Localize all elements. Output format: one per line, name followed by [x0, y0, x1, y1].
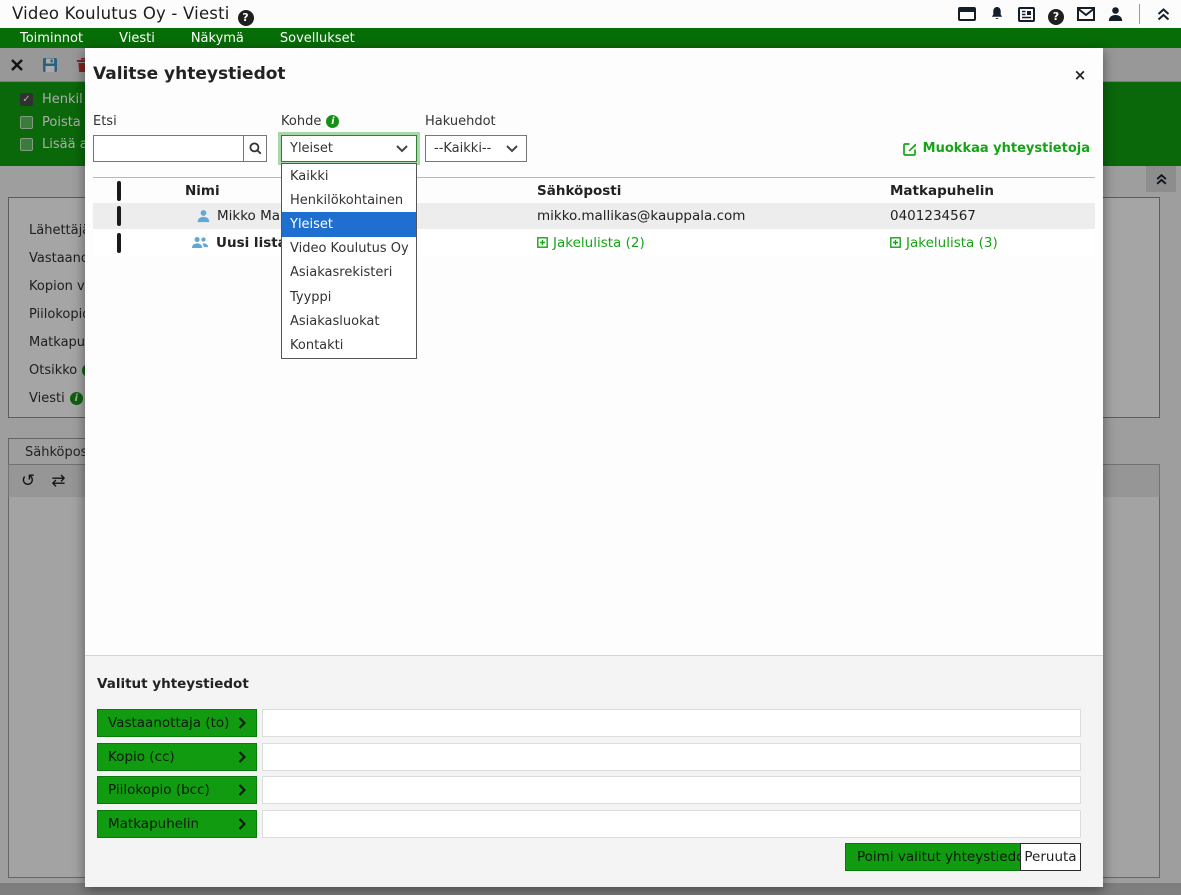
group-icon [192, 236, 209, 249]
bell-icon[interactable] [989, 6, 1005, 22]
vastaanottaja-input[interactable] [262, 709, 1081, 737]
menu-nakyma[interactable]: Näkymä [191, 31, 244, 46]
kohde-dropdown-list: Kaikki Henkilökohtainen Yleiset Video Ko… [281, 163, 417, 359]
row-checkbox[interactable] [117, 206, 121, 226]
kohde-select[interactable]: Yleiset [281, 135, 417, 162]
titlebar-divider [1139, 4, 1140, 24]
contacts-table: Nimi Sähköposti Matkapuhelin Mikko Malli… [93, 177, 1095, 256]
chevron-down-icon [396, 145, 408, 153]
menu-sovellukset[interactable]: Sovellukset [280, 31, 355, 46]
titlebar-icons: ? [958, 0, 1171, 28]
table-header-row: Nimi Sähköposti Matkapuhelin [93, 177, 1095, 203]
matkapuhelin-button[interactable]: Matkapuhelin [97, 810, 257, 838]
chevron-right-icon [238, 818, 246, 830]
table-row: Uusi lista Jakelulista (2) Jakelulista (… [93, 229, 1095, 256]
selected-contacts-section: Valitut yhteystiedot Vastaanottaja (to) … [85, 655, 1103, 887]
selected-contacts-title: Valitut yhteystiedot [97, 676, 249, 692]
kopio-cc-button[interactable]: Kopio (cc) [97, 743, 257, 771]
jakelulista-email-link[interactable]: Jakelulista (2) [537, 235, 645, 251]
piilokopio-bcc-button[interactable]: Piilokopio (bcc) [97, 776, 257, 804]
select-all-checkbox[interactable] [117, 181, 121, 201]
chevron-right-icon [238, 717, 246, 729]
user-icon[interactable] [1108, 6, 1123, 22]
select-contacts-dialog: Valitse yhteystiedot × Etsi Kohde i Haku… [85, 48, 1103, 887]
menu-toiminnot[interactable]: Toiminnot [20, 31, 83, 46]
dropdown-option-selected[interactable]: Yleiset [282, 212, 416, 236]
contact-email: mikko.mallikas@kauppala.com [537, 208, 745, 224]
app-title: Video Koulutus Oy - Viesti? [12, 4, 254, 26]
dropdown-option[interactable]: Asiakasluokat [282, 309, 416, 333]
search-label: Etsi [93, 114, 117, 129]
piilokopio-input[interactable] [262, 776, 1081, 804]
dropdown-option[interactable]: Tyyppi [282, 285, 416, 309]
plus-square-icon [890, 237, 901, 248]
cancel-button[interactable]: Peruuta [1020, 843, 1081, 871]
row-checkbox[interactable] [117, 233, 121, 253]
column-header-matkapuhelin: Matkapuhelin [890, 183, 994, 199]
titlebar: Video Koulutus Oy - Viesti? ? [0, 0, 1181, 28]
dropdown-option[interactable]: Henkilökohtainen [282, 188, 416, 212]
mail-icon[interactable] [1077, 7, 1095, 21]
help-icon[interactable]: ? [1048, 3, 1064, 25]
hakuehdot-select-value: --Kaikki-- [434, 141, 491, 156]
search-icon [249, 142, 262, 155]
news-icon[interactable] [1018, 7, 1035, 22]
edit-contacts-link[interactable]: Muokkaa yhteystietoja [903, 141, 1090, 156]
kohde-label: Kohde i [281, 114, 339, 129]
edit-pencil-icon [903, 142, 917, 156]
person-icon [197, 209, 210, 223]
dropdown-option[interactable]: Asiakasrekisteri [282, 261, 416, 285]
app-title-text: Video Koulutus Oy - Viesti [12, 4, 230, 23]
search-button[interactable] [243, 135, 267, 162]
plus-square-icon [537, 237, 548, 248]
chevron-down-icon [506, 145, 518, 153]
search-input[interactable] [93, 135, 243, 162]
chevron-right-icon [238, 784, 246, 796]
dialog-title: Valitse yhteystiedot [93, 64, 286, 84]
collapse-icon[interactable] [1156, 7, 1171, 22]
chevron-right-icon [238, 751, 246, 763]
title-help-icon[interactable]: ? [238, 10, 254, 26]
table-row: Mikko Mallikas mikko.mallikas@kauppala.c… [93, 203, 1095, 229]
kohde-select-value: Yleiset [290, 141, 333, 156]
window-icon[interactable] [958, 6, 976, 22]
menu-viesti[interactable]: Viesti [119, 31, 155, 46]
info-icon: i [326, 115, 339, 128]
column-header-nimi: Nimi [185, 183, 220, 199]
dialog-close-icon[interactable]: × [1069, 64, 1091, 86]
hakuehdot-label: Hakuehdot [425, 114, 496, 129]
dropdown-option[interactable]: Kontakti [282, 333, 416, 357]
contact-name: Uusi lista [216, 235, 287, 251]
contact-phone: 0401234567 [890, 208, 976, 224]
vastaanottaja-to-button[interactable]: Vastaanottaja (to) [97, 709, 257, 737]
matkapuhelin-input[interactable] [262, 810, 1081, 838]
kopio-input[interactable] [262, 743, 1081, 771]
jakelulista-phone-link[interactable]: Jakelulista (3) [890, 235, 998, 251]
menubar: Toiminnot Viesti Näkymä Sovellukset [0, 28, 1181, 48]
pick-selected-contacts-button[interactable]: Poimi valitut yhteystiedot [845, 843, 1042, 871]
dropdown-option[interactable]: Video Koulutus Oy [282, 237, 416, 261]
hakuehdot-select[interactable]: --Kaikki-- [425, 135, 527, 162]
dropdown-option[interactable]: Kaikki [282, 164, 416, 188]
column-header-sahkoposti: Sähköposti [537, 183, 621, 199]
